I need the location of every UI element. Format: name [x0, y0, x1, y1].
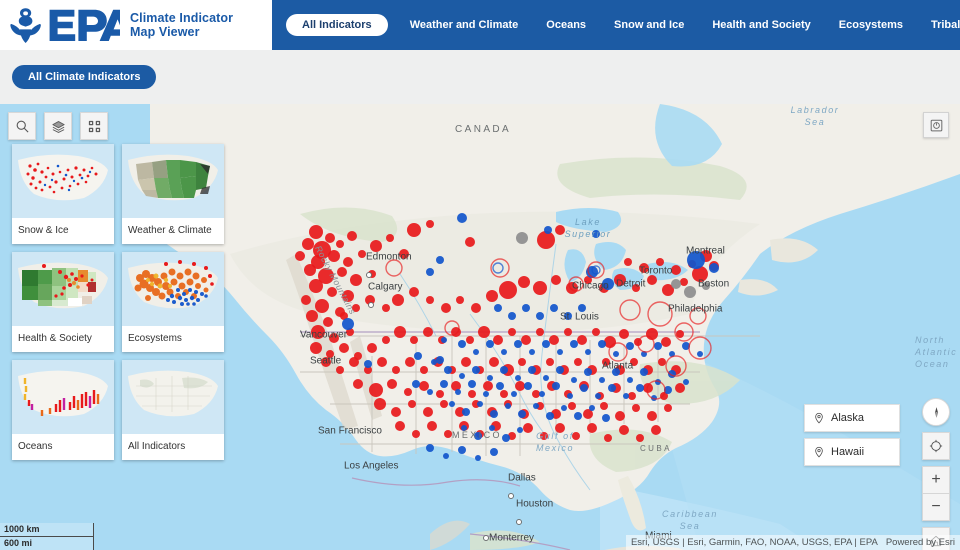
city-atlanta: Atlanta	[602, 360, 634, 372]
gallery-row: Oceans All Indicators	[12, 360, 224, 460]
all-indicators-thumb	[122, 360, 224, 434]
brand: Climate Indicator Map Viewer	[8, 4, 233, 46]
legend-info-button[interactable]	[923, 112, 949, 138]
gallery-card-label: All Indicators	[128, 441, 186, 452]
gallery-card-label: Snow & Ice	[18, 225, 69, 236]
nav-tab-oceans[interactable]: Oceans	[532, 0, 600, 50]
city-dot	[366, 271, 372, 278]
gallery-card-label: Weather & Climate	[128, 225, 212, 236]
city-dot	[483, 534, 489, 541]
pin-icon	[815, 446, 823, 458]
label-caribbean-sea: Caribbean Sea	[662, 509, 718, 531]
city-edmonton: Edmonton	[366, 248, 412, 284]
nav-tab-snow-and-ice[interactable]: Snow and Ice	[600, 0, 698, 50]
gallery-row: Health & Society Ecosystems	[12, 252, 224, 352]
bookmarks-panel: Alaska Hawaii	[804, 404, 900, 472]
gallery-card-all-indicators[interactable]: All Indicators	[122, 360, 224, 460]
main-nav: All Indicators Weather and Climate Ocean…	[272, 0, 960, 50]
map-navigation-controls: + −	[922, 398, 950, 550]
label-rocky-mountains: Rocky Mountains	[313, 244, 358, 317]
label-north-atlantic-ocean: North Atlantic Ocean	[915, 335, 958, 369]
city-dot	[368, 301, 374, 308]
oceans-thumb	[12, 360, 114, 434]
attribution-sources: Esri, USGS | Esri, Garmin, FAO, NOAA, US…	[630, 537, 878, 548]
city-st-louis: St. Louis	[560, 311, 599, 323]
scale-metric: 1000 km	[0, 523, 94, 537]
city-los-angeles: Los Angeles	[344, 460, 399, 472]
map-container[interactable]: CANADA MÉXICO CUBA Labrador Sea Gulf of …	[0, 104, 960, 550]
pin-icon	[815, 412, 823, 424]
city-dot	[508, 492, 514, 499]
map-toolbar	[8, 112, 108, 140]
bookmark-label: Alaska	[831, 412, 865, 424]
city-calgary: Calgary	[368, 278, 402, 314]
gallery-row: Snow & Ice Weather & Climate	[12, 144, 224, 244]
app-title: Climate Indicator Map Viewer	[130, 11, 234, 39]
city-boston: Boston	[698, 278, 730, 290]
zoom-button-group: + −	[922, 466, 950, 521]
gallery-card-label: Health & Society	[18, 333, 92, 344]
city-houston: Houston	[516, 495, 553, 531]
bookmark-alaska[interactable]: Alaska	[804, 404, 900, 432]
gallery-card-health-society[interactable]: Health & Society	[12, 252, 114, 352]
scale-imperial: 600 mi	[0, 537, 94, 550]
nav-tab-tribal-boundaries[interactable]: Tribal Boundaries & Areas	[917, 0, 960, 50]
search-icon	[16, 120, 29, 133]
app-header: Climate Indicator Map Viewer All Indicat…	[0, 0, 960, 50]
gallery-card-label: Ecosystems	[128, 333, 182, 344]
city-san-francisco: San Francisco	[318, 425, 382, 437]
nav-tab-all-indicators[interactable]: All Indicators	[286, 14, 388, 36]
city-detroit: Detroit	[616, 278, 646, 290]
bookmark-hawaii[interactable]: Hawaii	[804, 438, 900, 466]
city-seattle: Seattle	[310, 355, 342, 367]
gallery-card-ecosystems[interactable]: Ecosystems	[122, 252, 224, 352]
nav-tab-health-and-society[interactable]: Health and Society	[698, 0, 824, 50]
zoom-in-button[interactable]: +	[922, 466, 950, 494]
city-dallas: Dallas	[508, 469, 536, 505]
gallery-card-snow-ice[interactable]: Snow & Ice	[12, 144, 114, 244]
app-root: Climate Indicator Map Viewer All Indicat…	[0, 0, 960, 550]
epa-logo-icon	[10, 8, 120, 43]
label-canada: CANADA	[455, 124, 512, 135]
label-lake-superior: Lake Superior	[564, 217, 612, 239]
gallery-card-weather-climate[interactable]: Weather & Climate	[122, 144, 224, 244]
basemap-gallery-button[interactable]	[80, 112, 108, 140]
zoom-out-button[interactable]: −	[922, 494, 950, 521]
nav-tab-weather-and-climate[interactable]: Weather and Climate	[396, 0, 533, 50]
scale-bar: 1000 km 600 mi	[0, 523, 94, 550]
locate-button[interactable]	[922, 432, 950, 460]
health-society-thumb	[12, 252, 114, 326]
label-labrador-sea: Labrador Sea	[790, 105, 840, 127]
label-cuba: CUBA	[640, 444, 672, 453]
ecosystems-thumb	[122, 252, 224, 326]
label-mexico: MÉXICO	[452, 430, 502, 440]
compass-needle-icon	[934, 406, 938, 418]
city-monterrey: Monterrey	[483, 529, 534, 547]
map-attribution: Esri, USGS | Esri, Garmin, FAO, NOAA, US…	[625, 535, 960, 550]
search-button[interactable]	[8, 112, 36, 140]
label-gulf-of-mexico: Gulf of Mexico	[535, 431, 575, 453]
locate-crosshair-icon	[929, 439, 943, 453]
attribution-powered-by: Powered by Esri	[885, 537, 955, 548]
city-dot	[516, 518, 522, 525]
basemap-gallery-icon	[88, 120, 100, 132]
indicator-gallery: Snow & Ice Weather & Climate Health & So…	[12, 144, 224, 468]
bookmark-label: Hawaii	[831, 446, 865, 458]
gallery-card-oceans[interactable]: Oceans	[12, 360, 114, 460]
city-philadelphia: Philadelphia	[668, 303, 723, 315]
city-chicago: Chicago	[572, 280, 609, 292]
city-montreal: Montreal	[686, 245, 725, 257]
layers-button[interactable]	[44, 112, 72, 140]
weather-climate-thumb	[122, 144, 224, 218]
all-climate-indicators-button[interactable]: All Climate Indicators	[12, 65, 157, 89]
snow-ice-thumb	[12, 144, 114, 218]
city-toronto: Toronto	[639, 265, 673, 277]
layers-icon	[51, 120, 65, 133]
gallery-card-label: Oceans	[18, 441, 53, 452]
compass-button[interactable]	[922, 398, 950, 426]
nav-tab-ecosystems[interactable]: Ecosystems	[825, 0, 917, 50]
legend-info-icon	[930, 119, 942, 131]
city-vancouver: Vancouver	[300, 329, 348, 341]
